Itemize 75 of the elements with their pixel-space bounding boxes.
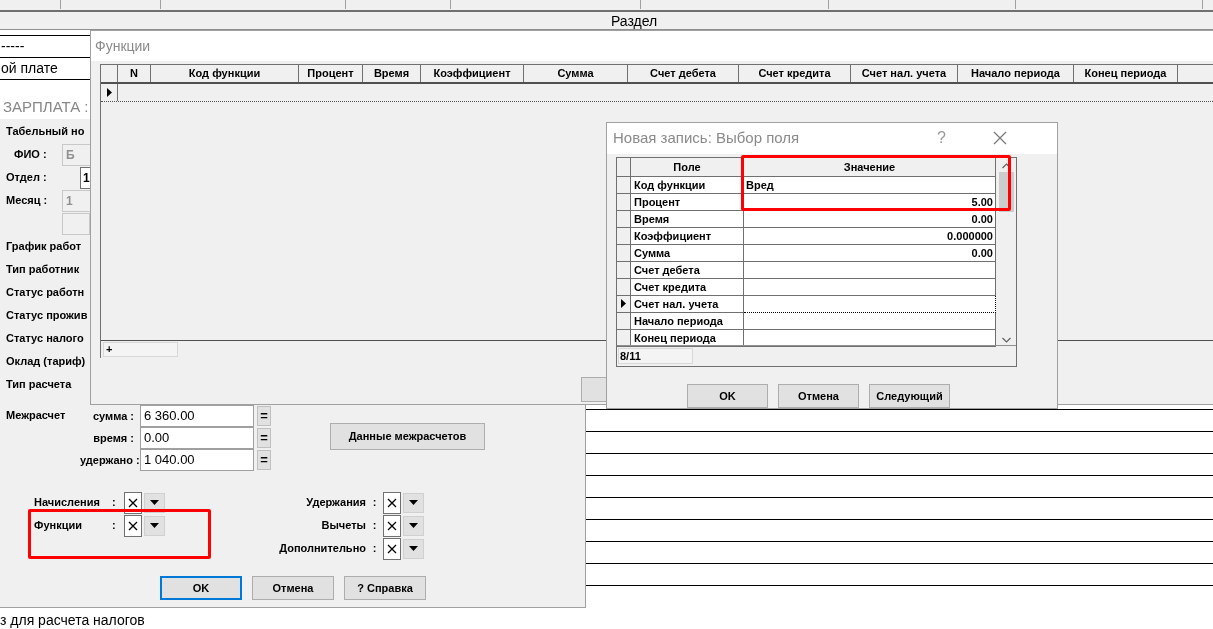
field-label: Оклад (тариф)	[5, 354, 86, 370]
field-label: Статус прожив	[5, 308, 88, 324]
input-field[interactable]: 6 360.00	[140, 405, 254, 427]
record-counter: 8/11	[618, 348, 693, 364]
x-mark-icon	[387, 520, 397, 531]
dialog-button[interactable]: ? Справка	[344, 576, 426, 600]
field-label: ФИО :	[13, 147, 48, 163]
field-label: Отдел :	[5, 170, 48, 186]
colon-label: :	[112, 518, 117, 534]
field-label: Статус работн	[5, 285, 85, 301]
checkbox[interactable]	[383, 514, 401, 537]
button[interactable]	[581, 377, 608, 402]
close-icon	[993, 131, 1007, 145]
dialog-button[interactable]: OK	[687, 384, 768, 408]
field-label: Удержания	[305, 495, 366, 511]
field-label: Тип работник	[5, 262, 80, 278]
section-title: Раздел	[611, 13, 658, 29]
table-cell-text: ой плате	[1, 59, 58, 78]
equals-button[interactable]: =	[257, 450, 271, 470]
dropdown-button[interactable]	[144, 492, 165, 513]
x-mark-icon	[387, 497, 397, 508]
dropdown-button[interactable]	[403, 492, 424, 513]
row-pointer-icon	[106, 88, 112, 97]
window-title: ЗАРПЛАТА :	[3, 96, 89, 117]
checkbox[interactable]	[383, 537, 401, 560]
field-label: удержано :	[80, 452, 140, 468]
field-label: Месяц :	[5, 193, 49, 209]
dropdown-button[interactable]	[144, 515, 165, 536]
field-label: Вычеты	[320, 518, 366, 534]
colon-label: :	[112, 495, 117, 511]
colon-label: :	[371, 518, 378, 534]
dialog-button[interactable]: OK	[160, 576, 242, 600]
field-label: время :	[92, 430, 135, 446]
field-label: сумма :	[91, 408, 135, 424]
equals-button[interactable]: =	[257, 428, 271, 448]
field-label: Статус налого	[5, 331, 84, 347]
field-label: График работ	[5, 239, 82, 255]
field-label: Табельный но	[5, 124, 85, 140]
caret-down-icon	[409, 500, 418, 505]
dropdown-button[interactable]	[403, 515, 424, 536]
row-pointer-icon	[621, 299, 626, 309]
input-field[interactable]	[62, 212, 90, 235]
field-label: Тип расчета	[5, 377, 72, 393]
colon-label: :	[371, 541, 378, 557]
status-text: з для расчета налогов	[0, 611, 145, 629]
checkbox[interactable]	[383, 491, 401, 514]
equals-button[interactable]: =	[257, 406, 271, 426]
field-label: Дополнительно	[278, 541, 366, 557]
checkbox[interactable]	[124, 514, 142, 537]
caret-down-icon	[150, 523, 159, 528]
caret-down-icon	[409, 523, 418, 528]
dialog-button[interactable]: Следующий	[869, 384, 950, 408]
field-label: Межрасчет	[6, 408, 66, 423]
field-label: Функции	[34, 518, 83, 534]
close-button[interactable]	[993, 131, 1007, 145]
x-mark-icon	[128, 497, 138, 508]
input-field[interactable]: 0.00	[140, 427, 254, 449]
dialog-button[interactable]: Отмена	[778, 384, 859, 408]
table-cell-text: -----	[1, 37, 25, 56]
column-header[interactable]: Поле	[631, 157, 744, 176]
field-label: Начисления	[34, 495, 101, 511]
chevron-up-icon	[1001, 162, 1011, 169]
chevron-down-icon	[1001, 336, 1011, 343]
dialog-button[interactable]: Отмена	[252, 576, 334, 600]
caret-down-icon	[409, 546, 418, 551]
x-mark-icon	[387, 543, 397, 554]
window-title: Функции	[95, 36, 151, 56]
dropdown-button[interactable]	[403, 538, 424, 559]
interim-data-button[interactable]: Данные межрасчетов	[330, 423, 485, 450]
input-field[interactable]: 1 040.00	[140, 449, 254, 471]
x-mark-icon	[128, 520, 138, 531]
caret-down-icon	[150, 500, 159, 505]
dialog-title: Новая запись: Выбор поля	[613, 128, 800, 149]
colon-label: :	[371, 495, 378, 511]
table-cell: +	[103, 342, 178, 357]
